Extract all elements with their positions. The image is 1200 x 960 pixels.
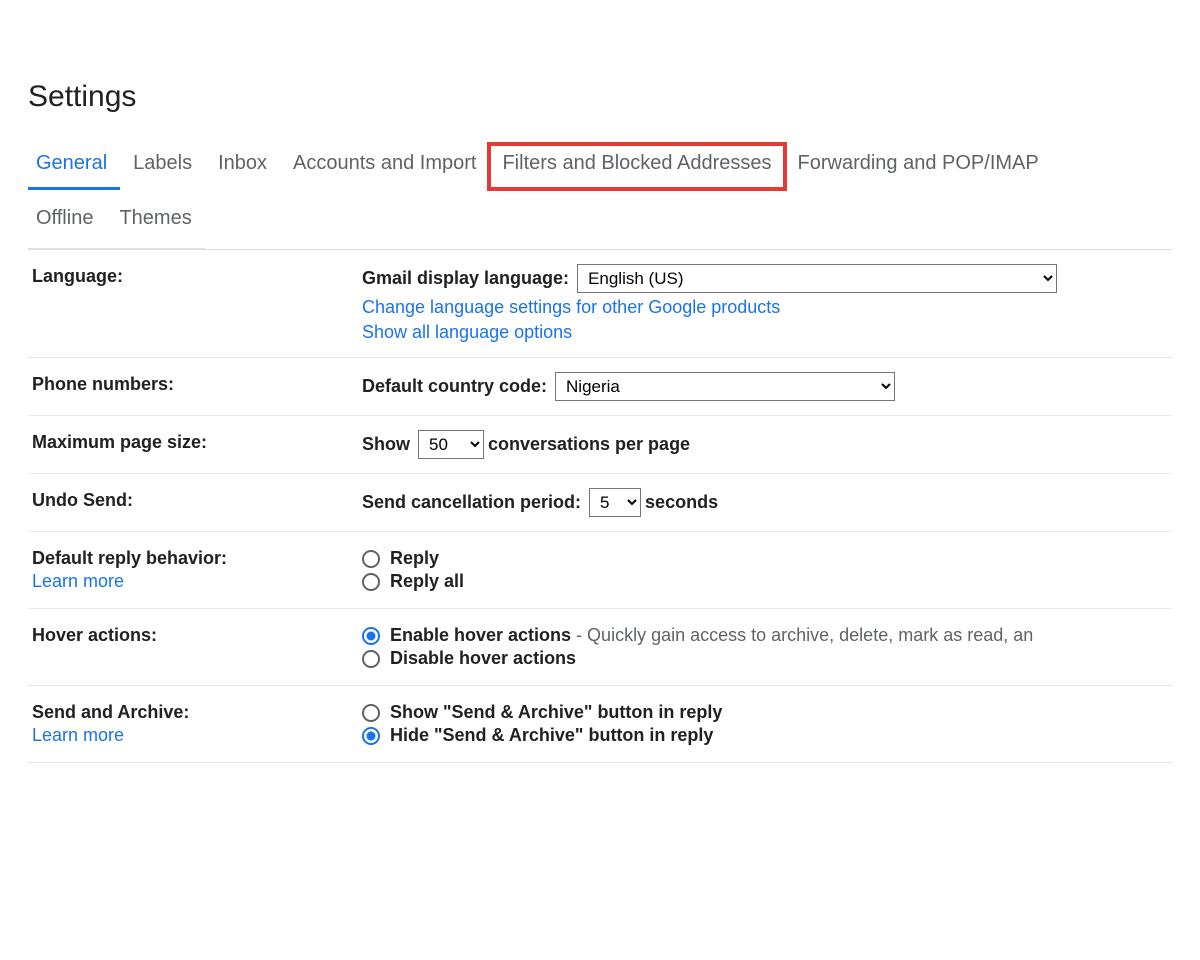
hover-option-disable[interactable]: Disable hover actions	[362, 648, 1168, 669]
tab-labels[interactable]: Labels	[120, 144, 205, 189]
reply-opt2-text: Reply all	[390, 571, 464, 592]
row-pagesize: Maximum page size: Show 50 conversations…	[28, 416, 1172, 474]
sendarchive-opt1-text: Show "Send & Archive" button in reply	[390, 702, 722, 723]
reply-option-replyall[interactable]: Reply all	[362, 571, 1168, 592]
label-undo: Undo Send:	[32, 488, 362, 511]
settings-page: Settings GeneralLabelsInboxAccounts and …	[0, 50, 1200, 763]
content-language: Gmail display language: English (US) Cha…	[362, 264, 1168, 343]
undo-select[interactable]: 5	[589, 488, 641, 517]
hover-option-enable[interactable]: Enable hover actions - Quickly gain acce…	[362, 625, 1168, 646]
pagesize-select[interactable]: 50	[418, 430, 484, 459]
tab-general[interactable]: General	[28, 144, 120, 189]
content-sendarchive: Show "Send & Archive" button in reply Hi…	[362, 700, 1168, 748]
reply-learn-more-link[interactable]: Learn more	[32, 571, 362, 592]
sendarchive-learn-more-link[interactable]: Learn more	[32, 725, 362, 746]
undo-prefix: Send cancellation period:	[362, 492, 581, 513]
tabs-row-1: GeneralLabelsInboxAccounts and ImportFil…	[28, 144, 1052, 189]
label-reply: Default reply behavior: Learn more	[32, 546, 362, 592]
settings-tabs: GeneralLabelsInboxAccounts and ImportFil…	[28, 144, 1172, 250]
row-undo: Undo Send: Send cancellation period: 5 s…	[28, 474, 1172, 532]
tab-filters[interactable]: Filters and Blocked Addresses	[489, 144, 784, 189]
row-hover: Hover actions: Enable hover actions - Qu…	[28, 609, 1172, 686]
row-language: Language: Gmail display language: Englis…	[28, 250, 1172, 358]
country-code-label: Default country code:	[362, 376, 547, 397]
language-select[interactable]: English (US)	[577, 264, 1057, 293]
tab-offline[interactable]: Offline	[28, 207, 106, 248]
content-phone: Default country code: Nigeria	[362, 372, 1168, 401]
sendarchive-radio-2[interactable]	[362, 727, 380, 745]
tab-inbox[interactable]: Inbox	[205, 144, 280, 189]
content-hover: Enable hover actions - Quickly gain acce…	[362, 623, 1168, 671]
label-hover: Hover actions:	[32, 623, 362, 646]
tab-themes[interactable]: Themes	[106, 207, 204, 248]
country-code-select[interactable]: Nigeria	[555, 372, 895, 401]
row-reply: Default reply behavior: Learn more Reply…	[28, 532, 1172, 609]
tab-forwarding[interactable]: Forwarding and POP/IMAP	[785, 144, 1052, 189]
change-language-link[interactable]: Change language settings for other Googl…	[362, 297, 1168, 318]
label-sendarchive: Send and Archive: Learn more	[32, 700, 362, 746]
hover-opt2-text: Disable hover actions	[390, 648, 576, 669]
pagesize-suffix: conversations per page	[488, 434, 690, 455]
undo-suffix: seconds	[645, 492, 718, 513]
tabs-row-2: OfflineThemes	[28, 189, 205, 249]
sendarchive-option-show[interactable]: Show "Send & Archive" button in reply	[362, 702, 1168, 723]
row-sendarchive: Send and Archive: Learn more Show "Send …	[28, 686, 1172, 763]
sendarchive-option-hide[interactable]: Hide "Send & Archive" button in reply	[362, 725, 1168, 746]
reply-label-text: Default reply behavior:	[32, 548, 227, 568]
label-pagesize: Maximum page size:	[32, 430, 362, 453]
label-language: Language:	[32, 264, 362, 287]
reply-radio-1[interactable]	[362, 550, 380, 568]
pagesize-prefix: Show	[362, 434, 410, 455]
label-phone: Phone numbers:	[32, 372, 362, 395]
sendarchive-opt2-text: Hide "Send & Archive" button in reply	[390, 725, 713, 746]
reply-option-reply[interactable]: Reply	[362, 548, 1168, 569]
page-title: Settings	[28, 80, 1172, 114]
show-all-languages-link[interactable]: Show all language options	[362, 322, 1168, 343]
reply-opt1-text: Reply	[390, 548, 439, 569]
tab-accounts[interactable]: Accounts and Import	[280, 144, 489, 189]
sendarchive-label-text: Send and Archive:	[32, 702, 189, 722]
sendarchive-radio-1[interactable]	[362, 704, 380, 722]
hover-radio-1[interactable]	[362, 627, 380, 645]
hover-opt1-desc: - Quickly gain access to archive, delete…	[571, 625, 1033, 645]
reply-radio-2[interactable]	[362, 573, 380, 591]
settings-body: Language: Gmail display language: Englis…	[28, 250, 1172, 763]
content-pagesize: Show 50 conversations per page	[362, 430, 1168, 459]
content-reply: Reply Reply all	[362, 546, 1168, 594]
display-language-label: Gmail display language:	[362, 268, 569, 289]
hover-opt1-text: Enable hover actions	[390, 625, 571, 645]
content-undo: Send cancellation period: 5 seconds	[362, 488, 1168, 517]
hover-radio-2[interactable]	[362, 650, 380, 668]
row-phone: Phone numbers: Default country code: Nig…	[28, 358, 1172, 416]
